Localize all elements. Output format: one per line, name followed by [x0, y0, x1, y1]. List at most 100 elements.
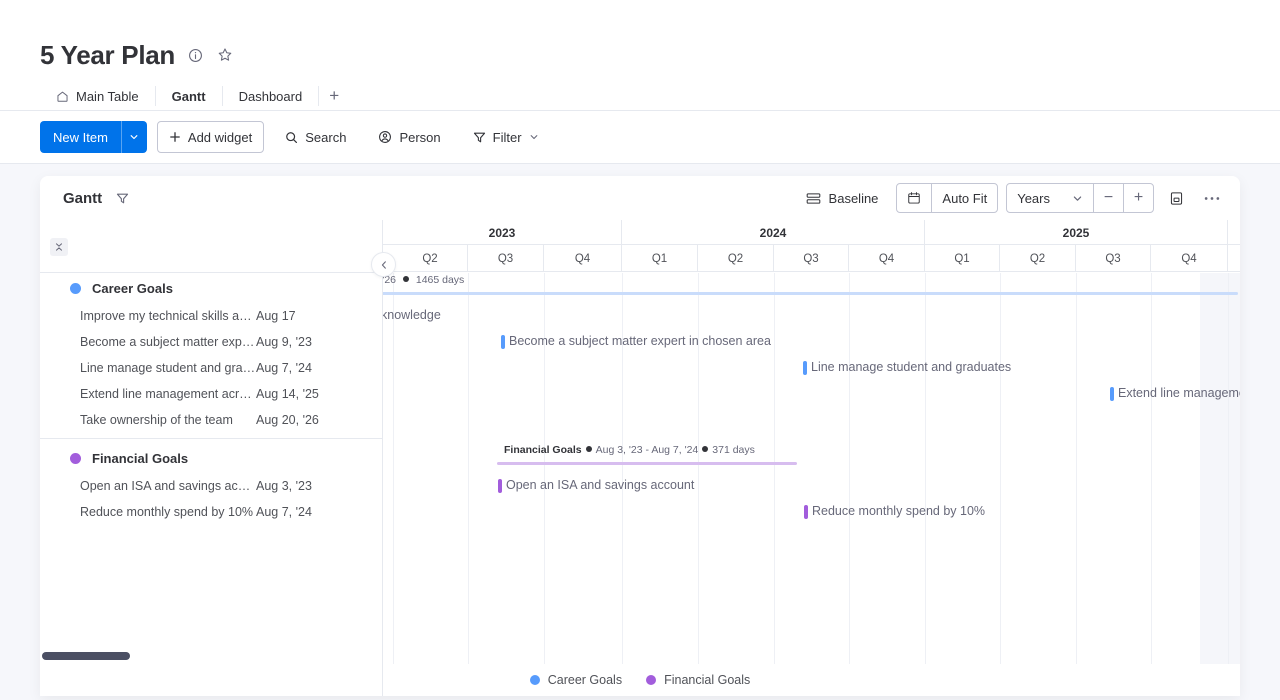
info-icon[interactable]	[185, 45, 205, 65]
widget-filter-icon[interactable]	[116, 192, 129, 205]
task-bar[interactable]	[1110, 387, 1114, 401]
autofit-group: Auto Fit	[896, 183, 998, 213]
filter-label: Filter	[493, 130, 522, 145]
timeline-quarter: Q3	[1076, 245, 1151, 272]
tab-dashboard[interactable]: Dashboard	[223, 80, 319, 112]
legend-color-dot	[646, 675, 656, 685]
task-bar-label: Line manage student and graduates	[811, 360, 1011, 374]
page-title: 5 Year Plan	[40, 38, 175, 72]
gantt-board-page: 5 Year Plan Main Table	[0, 0, 1280, 700]
timeline-quarter: Q4	[849, 245, 925, 272]
new-item-button[interactable]: New Item	[40, 121, 147, 153]
view-tabs: Main Table Gantt Dashboard +	[40, 80, 349, 112]
grid-line	[1000, 273, 1001, 696]
task-name: Reduce monthly spend by 10%	[80, 505, 256, 519]
task-name: Open an ISA and savings account	[80, 479, 256, 493]
task-bar[interactable]	[803, 361, 807, 375]
group-name: Financial Goals	[92, 451, 188, 466]
task-list-pane: Career Goals Improve my technical skills …	[40, 220, 383, 696]
tab-label: Gantt	[172, 89, 206, 104]
group-header-row[interactable]: Career Goals	[40, 273, 382, 303]
star-icon[interactable]	[215, 45, 235, 65]
task-bar[interactable]	[501, 335, 505, 349]
add-view-button[interactable]: +	[319, 80, 349, 112]
group-summary-bar[interactable]	[383, 292, 1238, 295]
task-bar[interactable]	[804, 505, 808, 519]
widget-toolbar: Baseline Auto Fit Years	[796, 176, 1226, 220]
board-toolbar: New Item Add widget Search	[0, 111, 1280, 163]
timeline-year: 2024	[622, 220, 925, 245]
task-date: Aug 17	[256, 309, 296, 323]
task-row[interactable]: Take ownership of the teamAug 20, '26	[40, 407, 382, 433]
legend-color-dot	[530, 675, 540, 685]
zoom-level-select[interactable]: Years	[1007, 184, 1093, 212]
gantt-widget: Gantt Baseline	[40, 176, 1240, 696]
task-list-rows: Career Goals Improve my technical skills …	[40, 273, 382, 525]
person-button[interactable]: Person	[367, 121, 451, 153]
legend-item[interactable]: Financial Goals	[646, 673, 750, 687]
filter-icon	[473, 131, 486, 144]
grid-line	[1151, 273, 1152, 696]
tab-gantt[interactable]: Gantt	[156, 80, 222, 112]
task-row[interactable]: Become a subject matter expert...Aug 9, …	[40, 329, 382, 355]
horizontal-scrollbar[interactable]	[40, 649, 383, 663]
new-item-label: New Item	[40, 121, 121, 153]
timeline-quarters-row: Q2Q3Q4Q1Q2Q3Q4Q1Q2Q3Q4	[383, 245, 1240, 272]
task-bar-label: Extend line management across teams	[1118, 386, 1240, 400]
task-row[interactable]: Reduce monthly spend by 10%Aug 7, '24	[40, 499, 382, 525]
group-summary-bar[interactable]	[497, 462, 797, 465]
baseline-icon	[806, 192, 821, 205]
grid-line	[468, 273, 469, 696]
group-name: Career Goals	[92, 281, 173, 296]
timeline-quarter: Q2	[393, 245, 468, 272]
calendar-icon-button[interactable]	[897, 184, 931, 212]
collapse-all-icon[interactable]	[50, 238, 68, 256]
baseline-button[interactable]: Baseline	[796, 183, 889, 213]
chevron-down-icon[interactable]	[121, 121, 147, 153]
task-bar[interactable]	[498, 479, 502, 493]
legend-label: Financial Goals	[664, 673, 750, 687]
task-row[interactable]: Improve my technical skills and ...Aug 1…	[40, 303, 382, 329]
task-date: Aug 7, '24	[256, 505, 312, 519]
auto-fit-button[interactable]: Auto Fit	[931, 184, 997, 212]
more-options-icon[interactable]	[1198, 183, 1226, 213]
task-date: Aug 3, '23	[256, 479, 312, 493]
grid-line	[1228, 273, 1229, 696]
grid-line	[774, 273, 775, 696]
timeline-quarter: Q4	[544, 245, 622, 272]
zoom-out-button[interactable]: −	[1093, 184, 1123, 212]
zoom-in-button[interactable]: +	[1123, 184, 1153, 212]
task-date: Aug 7, '24	[256, 361, 312, 375]
search-icon	[285, 131, 298, 144]
search-label: Search	[305, 130, 346, 145]
search-button[interactable]: Search	[274, 121, 357, 153]
add-widget-button[interactable]: Add widget	[157, 121, 264, 153]
task-row[interactable]: Line manage student and gradu...Aug 7, '…	[40, 355, 382, 381]
task-date: Aug 14, '25	[256, 387, 319, 401]
board-header: 5 Year Plan Main Table	[0, 0, 1280, 112]
export-icon[interactable]	[1162, 183, 1190, 213]
baseline-label: Baseline	[829, 191, 879, 206]
filter-button[interactable]: Filter	[462, 121, 550, 153]
tab-main-table[interactable]: Main Table	[40, 80, 155, 112]
timeline-quarter: Q1	[925, 245, 1000, 272]
widget-title: Gantt	[63, 190, 102, 207]
task-bar-label: Become a subject matter expert in chosen…	[509, 334, 771, 348]
task-name: Improve my technical skills and ...	[80, 309, 256, 323]
task-row[interactable]: Extend line management across...Aug 14, …	[40, 381, 382, 407]
chevron-down-icon	[1072, 193, 1083, 204]
grid-line	[849, 273, 850, 696]
gantt-chart: 202320242025 Q2Q3Q4Q1Q2Q3Q4Q1Q2Q3Q4 ), '…	[40, 220, 1240, 696]
group-color-dot	[70, 283, 81, 294]
home-icon	[56, 90, 69, 103]
legend-item[interactable]: Career Goals	[530, 673, 622, 687]
timeline-quarter: Q4	[1151, 245, 1228, 272]
scrollbar-thumb[interactable]	[42, 652, 130, 660]
tab-label: Dashboard	[239, 89, 303, 104]
task-row[interactable]: Open an ISA and savings accountAug 3, '2…	[40, 473, 382, 499]
timeline-years-row: 202320242025	[383, 220, 1240, 245]
group-header-row[interactable]: Financial Goals	[40, 443, 382, 473]
task-name: Take ownership of the team	[80, 413, 256, 427]
collapse-panel-button[interactable]	[371, 252, 396, 277]
chevron-down-icon[interactable]	[529, 132, 539, 142]
